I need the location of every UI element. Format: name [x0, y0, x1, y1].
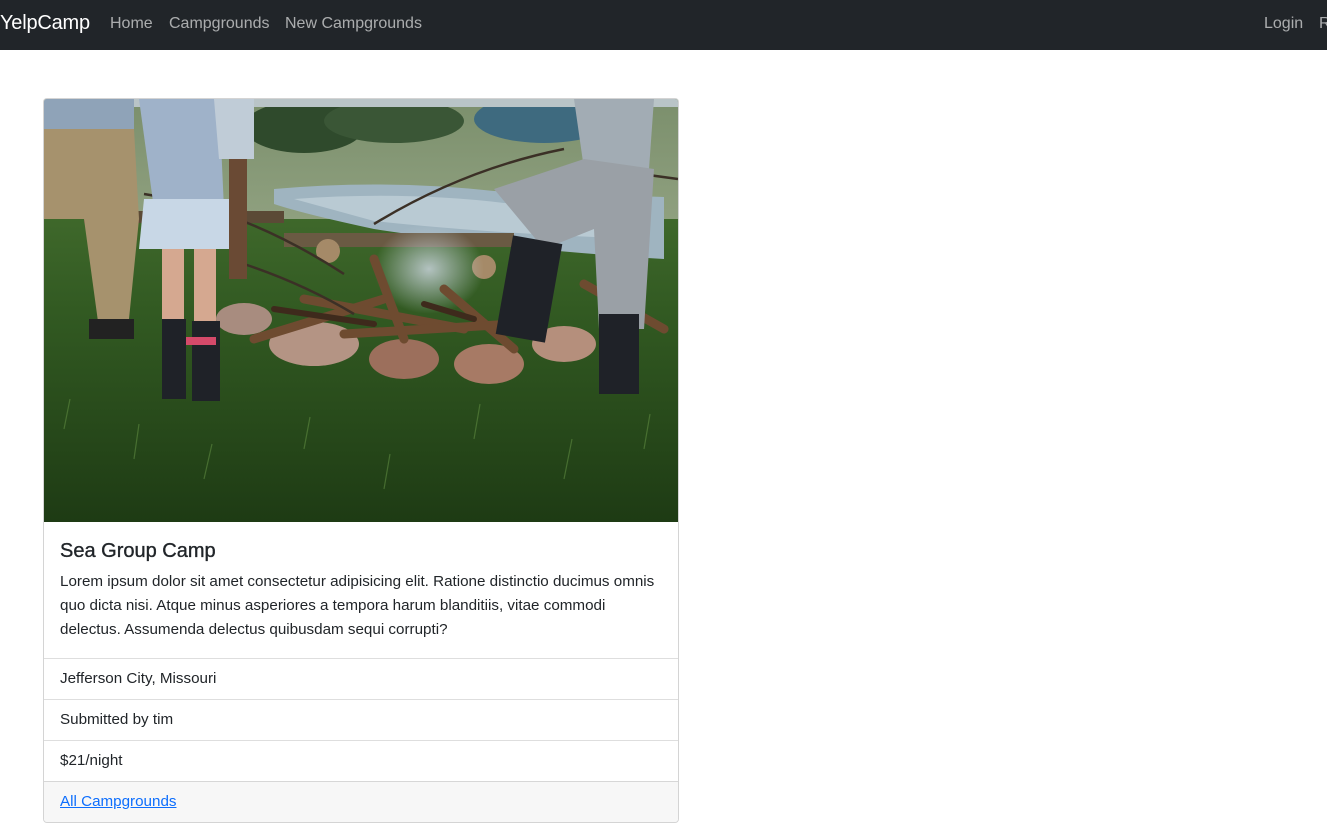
nav-link-register[interactable]: R [1319, 14, 1327, 34]
nav-link-campgrounds[interactable]: Campgrounds [169, 14, 270, 34]
card-footer: All Campgrounds [44, 781, 678, 822]
navbar: YelpCamp Home Campgrounds New Campground… [0, 0, 1327, 50]
campground-image [44, 99, 678, 522]
nav-link-home[interactable]: Home [110, 14, 153, 34]
nav-link-new-campground[interactable]: New Campgrounds [285, 14, 422, 34]
campground-title: Sea Group Camp [60, 540, 216, 562]
card-body: Sea Group Camp Lorem ipsum dolor sit ame… [60, 539, 660, 642]
campground-price: $21/night [44, 740, 678, 781]
all-campgrounds-link[interactable]: All Campgrounds [60, 793, 177, 810]
nav-link-login[interactable]: Login [1264, 14, 1303, 34]
campground-author: Submitted by tim [44, 699, 678, 740]
campground-card: Sea Group Camp Lorem ipsum dolor sit ame… [43, 98, 679, 823]
campground-location: Jefferson City, Missouri [44, 658, 678, 699]
brand-link[interactable]: YelpCamp [0, 11, 90, 35]
campground-description: Lorem ipsum dolor sit amet consectetur a… [60, 573, 655, 638]
